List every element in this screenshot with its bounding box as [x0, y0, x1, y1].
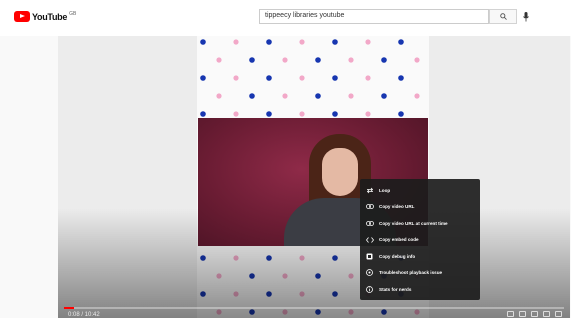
menu-item-label: Stats for nerds	[379, 286, 412, 292]
loop-icon	[365, 186, 374, 195]
pattern-dot	[315, 57, 321, 63]
pattern-dot	[299, 111, 305, 117]
pattern-dot	[233, 111, 239, 117]
pattern-dot	[200, 111, 206, 117]
pattern-dot	[200, 75, 206, 81]
menu-item-label: Loop	[379, 187, 391, 193]
theater-mode-icon[interactable]	[543, 311, 550, 317]
settings-icon[interactable]	[519, 311, 526, 317]
pattern-dot	[414, 93, 420, 99]
logo-text: YouTube	[32, 11, 68, 22]
pattern-dot	[249, 57, 255, 63]
youtube-logo[interactable]: YouTube GB	[14, 11, 76, 22]
pattern-dot	[381, 93, 387, 99]
context-menu: Loop Copy video URL Copy video URL at cu…	[360, 179, 480, 300]
menu-item-copy-url-time[interactable]: Copy video URL at current time	[360, 215, 480, 232]
menu-item-copy-url[interactable]: Copy video URL	[360, 199, 480, 216]
menu-item-label: Copy video URL	[379, 204, 415, 210]
pattern-dot	[332, 39, 338, 45]
search-query: tippeecy libraries youtube	[265, 12, 345, 19]
pattern-dot	[216, 57, 222, 63]
menu-item-label: Copy video URL at current time	[379, 220, 448, 226]
pattern-dot	[200, 39, 206, 45]
pattern-dot	[315, 93, 321, 99]
pattern-dot	[365, 111, 371, 117]
pattern-dot	[348, 57, 354, 63]
link-icon	[365, 202, 374, 211]
microphone-icon	[522, 11, 529, 21]
pattern-dot	[332, 111, 338, 117]
player-controls	[507, 311, 562, 317]
pattern-dot	[233, 39, 239, 45]
presenter-face	[322, 148, 358, 196]
miniplayer-icon[interactable]	[531, 311, 538, 317]
link-icon	[365, 219, 374, 228]
progress-fill	[64, 307, 74, 309]
pattern-dot	[299, 39, 305, 45]
search-input[interactable]: tippeecy libraries youtube	[259, 9, 489, 24]
subtitles-icon[interactable]	[507, 311, 514, 317]
time-display: 0:08 / 10:42	[68, 312, 100, 318]
info-icon	[365, 285, 374, 294]
menu-item-loop[interactable]: Loop	[360, 182, 480, 199]
masthead: YouTube GB tippeecy libraries youtube	[0, 0, 571, 36]
search-button[interactable]	[489, 9, 517, 24]
pattern-dot	[414, 57, 420, 63]
menu-item-embed[interactable]: Copy embed code	[360, 232, 480, 249]
help-icon	[365, 268, 374, 277]
voice-search-button[interactable]	[521, 11, 530, 22]
play-logo-icon	[14, 11, 30, 22]
pattern-dot	[249, 93, 255, 99]
pattern-dot	[266, 75, 272, 81]
pattern-dot	[216, 93, 222, 99]
pattern-dot	[365, 39, 371, 45]
menu-item-debug[interactable]: Copy debug info	[360, 248, 480, 265]
pattern-dot	[282, 93, 288, 99]
pattern-dot	[282, 57, 288, 63]
pattern-dot	[365, 75, 371, 81]
pattern-dot	[381, 57, 387, 63]
pattern-dot	[348, 93, 354, 99]
menu-item-troubleshoot[interactable]: Troubleshoot playback issue	[360, 265, 480, 282]
pattern-dot	[332, 75, 338, 81]
pattern-dot	[398, 75, 404, 81]
debug-icon	[365, 252, 374, 261]
menu-item-label: Troubleshoot playback issue	[379, 270, 443, 276]
logo-region: GB	[69, 11, 77, 17]
progress-bar[interactable]	[64, 307, 564, 309]
pattern-dot	[398, 111, 404, 117]
pattern-dot	[398, 39, 404, 45]
pattern-dot	[266, 111, 272, 117]
menu-item-label: Copy embed code	[379, 237, 419, 243]
pattern-dot	[233, 75, 239, 81]
menu-item-label: Copy debug info	[379, 253, 416, 259]
fullscreen-icon[interactable]	[555, 311, 562, 317]
menu-item-stats[interactable]: Stats for nerds	[360, 281, 480, 298]
video-player[interactable]: 0:08 / 10:42 Loop Copy video URL Copy vi…	[58, 36, 570, 318]
code-icon	[365, 235, 374, 244]
pattern-dot	[299, 75, 305, 81]
search-icon	[499, 13, 507, 20]
pattern-dot	[266, 39, 272, 45]
